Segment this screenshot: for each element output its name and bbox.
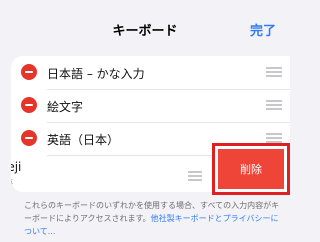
keyboard-sublabel: 語: [11, 177, 13, 190]
delete-button-highlight[interactable]: 削除: [212, 143, 290, 195]
reorder-handle-icon[interactable]: [266, 67, 282, 78]
keyboard-label: 日本語 – かな入力: [47, 67, 145, 81]
minus-circle-icon[interactable]: [21, 130, 37, 146]
keyboards-screen: キーボード 完了 日本語 – かな入力 絵文字 英語（日本） eji 削除 これ…: [0, 0, 290, 242]
keyboard-label: ieji: [11, 160, 22, 174]
delete-button[interactable]: 削除: [218, 149, 284, 189]
keyboard-label: 英語（日本）: [47, 133, 120, 147]
reorder-handle-icon[interactable]: [266, 100, 282, 111]
keyboard-row-japanese-kana[interactable]: 日本語 – かな入力: [11, 56, 290, 89]
minus-circle-icon[interactable]: [21, 97, 37, 113]
keyboard-label: 絵文字: [47, 100, 84, 114]
minus-circle-icon[interactable]: [21, 64, 37, 80]
privacy-footer: これらのキーボードのいずれかを使用する場合、すべての入力内容がキーボードによりア…: [24, 199, 286, 238]
nav-bar: キーボード 完了: [0, 0, 290, 52]
page-title: キーボード: [112, 24, 178, 39]
reorder-handle-icon[interactable]: [188, 171, 202, 181]
keyboard-row-emoji[interactable]: 絵文字: [11, 89, 290, 122]
done-button[interactable]: 完了: [250, 20, 276, 39]
